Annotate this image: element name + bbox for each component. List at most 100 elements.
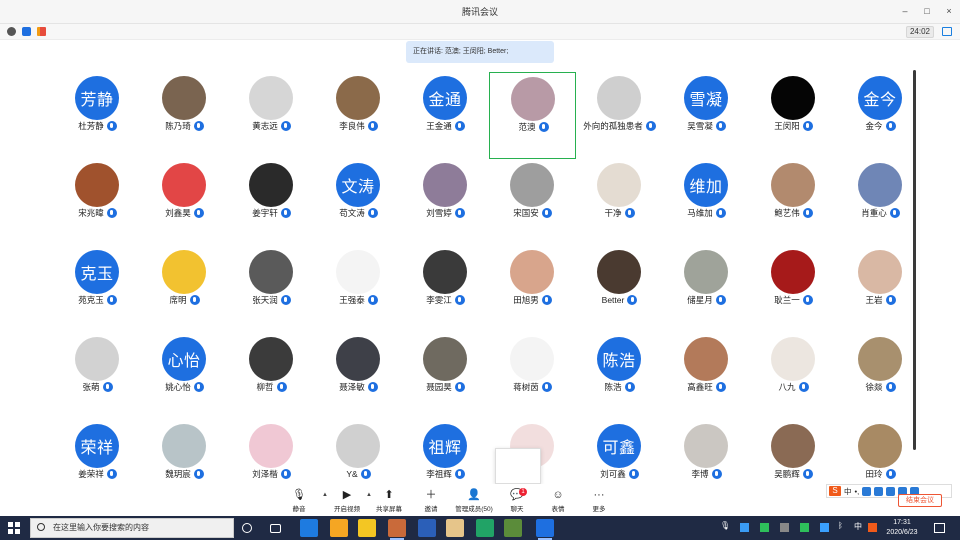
- app-green-icon[interactable]: [504, 519, 522, 537]
- participant-tile[interactable]: 高鑫旺: [663, 333, 750, 420]
- tray-cloud-icon[interactable]: [820, 523, 829, 532]
- microphone-tray-icon[interactable]: 🎙: [720, 521, 730, 530]
- ime-emoji-icon[interactable]: [862, 486, 872, 496]
- start-video-button[interactable]: ▶ 开启视频: [327, 488, 367, 514]
- participant-tile[interactable]: 蒋树茵: [489, 333, 576, 420]
- participant-tile[interactable]: 克玉 苑克玉: [54, 246, 141, 333]
- participant-tile[interactable]: 耿兰一: [750, 246, 837, 333]
- mute-button[interactable]: 🎙 静音: [279, 488, 319, 514]
- participant-tile[interactable]: 荣祥 姜荣祥: [54, 420, 141, 482]
- wechat-tray-icon[interactable]: [760, 523, 769, 532]
- participant-tile[interactable]: 干净: [576, 159, 663, 246]
- app-folder-icon[interactable]: [446, 519, 464, 537]
- tray-green-icon[interactable]: [800, 523, 809, 532]
- participant-tile[interactable]: 祖辉 李祖辉: [402, 420, 489, 482]
- participant-tile[interactable]: 宋兆暐: [54, 159, 141, 246]
- input-language-indicator[interactable]: 中: [854, 521, 862, 532]
- participant-tile[interactable]: 刘泽楷: [228, 420, 315, 482]
- participant-tile[interactable]: 肖重心: [837, 159, 924, 246]
- participant-avatar: [510, 163, 554, 207]
- maximize-icon[interactable]: □: [922, 5, 932, 17]
- chat-popover[interactable]: [495, 448, 541, 484]
- participant-tile[interactable]: 维加 马维加: [663, 159, 750, 246]
- word-icon[interactable]: [418, 519, 436, 537]
- participant-tile[interactable]: 宋国安: [489, 159, 576, 246]
- participant-tile[interactable]: 姜宇轩: [228, 159, 315, 246]
- participant-tile[interactable]: 芳静 杜芳静: [54, 72, 141, 159]
- participant-tile[interactable]: 金通 王金通: [402, 72, 489, 159]
- notification-icon[interactable]: [934, 523, 945, 533]
- info-icon[interactable]: [7, 27, 16, 36]
- file-explorer-icon[interactable]: [358, 519, 376, 537]
- participant-tile[interactable]: 柳哲: [228, 333, 315, 420]
- ime-language-toggle[interactable]: 中: [844, 486, 852, 497]
- participant-tile[interactable]: 张天润: [228, 246, 315, 333]
- participant-tile[interactable]: Y&: [315, 420, 402, 482]
- participant-tile[interactable]: 雪凝 吴雪凝: [663, 72, 750, 159]
- participant-tile[interactable]: Better: [576, 246, 663, 333]
- participant-name: 张萌: [82, 382, 100, 392]
- participant-tile[interactable]: 徐燚: [837, 333, 924, 420]
- taskbar-clock[interactable]: 17:31 2020/6/23: [880, 518, 924, 538]
- manage-members-button[interactable]: 👤 管理成员(50): [454, 488, 494, 514]
- app-yellow-icon[interactable]: [330, 519, 348, 537]
- chat-button[interactable]: 💬 聊天 1: [497, 488, 537, 514]
- participant-tile[interactable]: 心怡 姚心怡: [141, 333, 228, 420]
- tray-app-icon[interactable]: [780, 523, 789, 532]
- signal-icon[interactable]: [37, 27, 46, 36]
- participant-tile[interactable]: 外向的孤独患者: [576, 72, 663, 159]
- ime-keyboard-icon[interactable]: [886, 486, 896, 496]
- minimize-icon[interactable]: –: [900, 5, 910, 17]
- reactions-button[interactable]: ☺ 表情: [538, 488, 578, 514]
- participant-tile[interactable]: 王岩: [837, 246, 924, 333]
- cortana-icon[interactable]: [242, 523, 252, 533]
- taskbar-search-box[interactable]: 在这里输入你要搜索的内容: [30, 518, 234, 538]
- participant-tile[interactable]: 王闵阳: [750, 72, 837, 159]
- participant-tile[interactable]: 聂泽敏: [315, 333, 402, 420]
- bluetooth-icon[interactable]: ᛒ: [838, 521, 843, 530]
- participant-tile[interactable]: 刘雪婷: [402, 159, 489, 246]
- participant-tile[interactable]: 范澳: [489, 72, 576, 159]
- more-button[interactable]: ··· 更多: [579, 488, 619, 514]
- edge-browser-icon[interactable]: [300, 519, 318, 537]
- share-screen-button[interactable]: ⬆ 共享屏幕: [369, 488, 409, 514]
- ime-punct-toggle[interactable]: •,: [855, 487, 860, 496]
- close-icon[interactable]: ×: [944, 5, 954, 17]
- participant-tile[interactable]: 李博: [663, 420, 750, 482]
- participant-tile[interactable]: 储星月: [663, 246, 750, 333]
- participant-tile[interactable]: 陈浩 陈浩: [576, 333, 663, 420]
- app-photo-icon[interactable]: [388, 519, 406, 540]
- participant-tile[interactable]: 刘鑫昊: [141, 159, 228, 246]
- shield-icon[interactable]: [22, 27, 31, 36]
- excel-icon[interactable]: [476, 519, 494, 537]
- participant-tile[interactable]: 聂园昊: [402, 333, 489, 420]
- end-meeting-button[interactable]: 结束会议: [898, 494, 942, 507]
- participant-tile[interactable]: 田旭男: [489, 246, 576, 333]
- participant-tile[interactable]: 黄志远: [228, 72, 315, 159]
- task-view-icon[interactable]: [270, 524, 281, 533]
- participant-tile[interactable]: 金今 金今: [837, 72, 924, 159]
- participant-tile[interactable]: 吴鹏辉: [750, 420, 837, 482]
- tencent-meeting-icon[interactable]: [536, 519, 554, 540]
- participant-tile[interactable]: 李良伟: [315, 72, 402, 159]
- participant-tile[interactable]: 李雯江: [402, 246, 489, 333]
- participant-tile[interactable]: 张萌: [54, 333, 141, 420]
- fullscreen-icon[interactable]: [942, 27, 952, 36]
- participant-tile[interactable]: 文涛 苟文涛: [315, 159, 402, 246]
- windows-start-icon[interactable]: [8, 522, 20, 534]
- participant-tile[interactable]: 八九: [750, 333, 837, 420]
- invite-button[interactable]: ＋ 邀请: [411, 488, 451, 514]
- grid-scrollbar[interactable]: [913, 70, 916, 450]
- add-user-icon: ＋: [425, 489, 437, 501]
- participant-tile[interactable]: 鲍艺伟: [750, 159, 837, 246]
- meeting-tray-icon[interactable]: [740, 523, 749, 532]
- participant-tile[interactable]: 王强泰: [315, 246, 402, 333]
- participant-tile[interactable]: 陈乃琦: [141, 72, 228, 159]
- participant-tile[interactable]: 可鑫 刘可鑫: [576, 420, 663, 482]
- participant-tile[interactable]: 魏玥宸: [141, 420, 228, 482]
- ime-voice-icon[interactable]: [874, 486, 884, 496]
- sogou-tray-icon[interactable]: [868, 523, 877, 532]
- participant-tile[interactable]: 田玲: [837, 420, 924, 482]
- participant-tile[interactable]: 席明: [141, 246, 228, 333]
- mic-status-icon: [193, 121, 204, 131]
